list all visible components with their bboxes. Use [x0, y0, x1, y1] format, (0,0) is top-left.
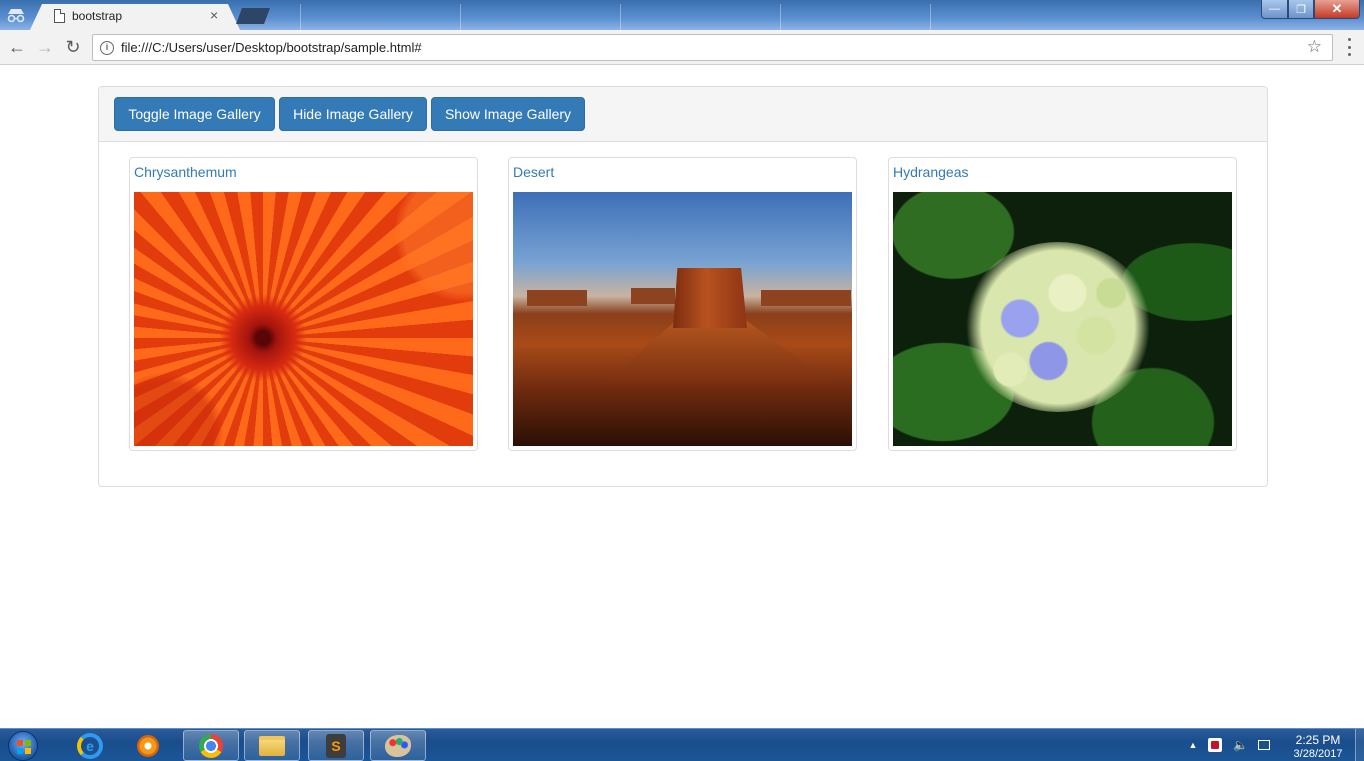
clock-date: 3/28/2017	[1293, 748, 1343, 760]
browser-toolbar: ← → ↻ i file:///C:/Users/user/Desktop/bo…	[0, 30, 1364, 65]
reload-icon[interactable]: ↻	[62, 36, 84, 58]
gallery-thumbnail: Desert	[508, 157, 857, 451]
clock-time: 2:25 PM	[1295, 733, 1341, 747]
panel-heading: Toggle Image Gallery Hide Image Gallery …	[99, 87, 1267, 142]
chrome-icon	[199, 733, 223, 758]
taskbar-internet-explorer[interactable]: e	[62, 730, 118, 761]
hide-gallery-button[interactable]: Hide Image Gallery	[279, 97, 427, 131]
volume-icon[interactable]: 🔈	[1233, 738, 1248, 752]
taskbar-chrome[interactable]	[183, 730, 239, 761]
thumbnail-caption-link[interactable]: Hydrangeas	[893, 164, 969, 180]
gallery-panel: Toggle Image Gallery Hide Image Gallery …	[98, 86, 1268, 487]
address-bar[interactable]: i file:///C:/Users/user/Desktop/bootstra…	[92, 34, 1333, 61]
taskbar-file-explorer[interactable]	[244, 730, 300, 761]
tab-title: bootstrap	[72, 9, 123, 23]
toggle-gallery-button[interactable]: Toggle Image Gallery	[114, 97, 275, 131]
folder-icon	[259, 735, 285, 756]
bookmark-star-icon[interactable]: ☆	[1307, 37, 1322, 57]
taskbar-paint[interactable]	[370, 730, 426, 761]
action-center-flag-icon[interactable]	[1208, 738, 1222, 752]
browser-title-bar: bootstrap × — ❐ ✕	[0, 0, 1364, 30]
thumbnail-caption-link[interactable]: Desert	[513, 164, 554, 180]
desert-image[interactable]	[513, 192, 852, 446]
internet-explorer-icon: e	[77, 732, 103, 759]
show-hidden-icons-icon[interactable]: ▲	[1186, 738, 1200, 752]
window-close-button[interactable]: ✕	[1314, 0, 1360, 19]
system-clock[interactable]: 2:25 PM 3/28/2017	[1283, 733, 1353, 761]
show-desktop-button[interactable]	[1355, 729, 1364, 761]
background-tab[interactable]	[460, 4, 610, 30]
taskbar-sublime-text[interactable]: S	[308, 730, 364, 761]
taskbar-media-player[interactable]	[120, 730, 176, 761]
background-tab[interactable]	[620, 4, 770, 30]
tab-bootstrap[interactable]: bootstrap ×	[30, 4, 240, 30]
paint-palette-icon	[385, 734, 411, 757]
thumbnail-caption-link[interactable]: Chrysanthemum	[134, 164, 237, 180]
forward-arrow-icon[interactable]: →	[34, 36, 56, 58]
window-minimize-button[interactable]: —	[1261, 0, 1288, 19]
background-tab[interactable]	[930, 4, 1080, 30]
sublime-text-icon: S	[326, 733, 346, 758]
windows-taskbar: e S ▲ 🔈 2:25 PM 3/28/2017	[0, 728, 1364, 761]
kebab-menu-icon[interactable]	[1343, 38, 1355, 56]
gallery-thumbnail: Chrysanthemum	[129, 157, 478, 451]
incognito-icon	[3, 5, 29, 25]
gallery-thumbnail: Hydrangeas	[888, 157, 1237, 451]
show-gallery-button[interactable]: Show Image Gallery	[431, 97, 585, 131]
start-button[interactable]	[8, 731, 38, 761]
page-icon	[54, 9, 65, 23]
window-maximize-button[interactable]: ❐	[1288, 0, 1314, 19]
url-text[interactable]: file:///C:/Users/user/Desktop/bootstrap/…	[121, 40, 422, 55]
network-icon[interactable]	[1258, 740, 1270, 750]
new-tab-button[interactable]	[236, 8, 270, 24]
media-player-icon	[137, 734, 159, 757]
tab-close-icon[interactable]: ×	[210, 7, 218, 23]
chrysanthemum-image[interactable]	[134, 192, 473, 446]
hydrangeas-image[interactable]	[893, 192, 1232, 446]
background-tab[interactable]	[780, 4, 920, 30]
background-tab[interactable]	[300, 4, 450, 30]
back-arrow-icon[interactable]: ←	[6, 36, 28, 58]
info-icon[interactable]: i	[100, 41, 114, 55]
page-viewport: Toggle Image Gallery Hide Image Gallery …	[0, 66, 1364, 728]
